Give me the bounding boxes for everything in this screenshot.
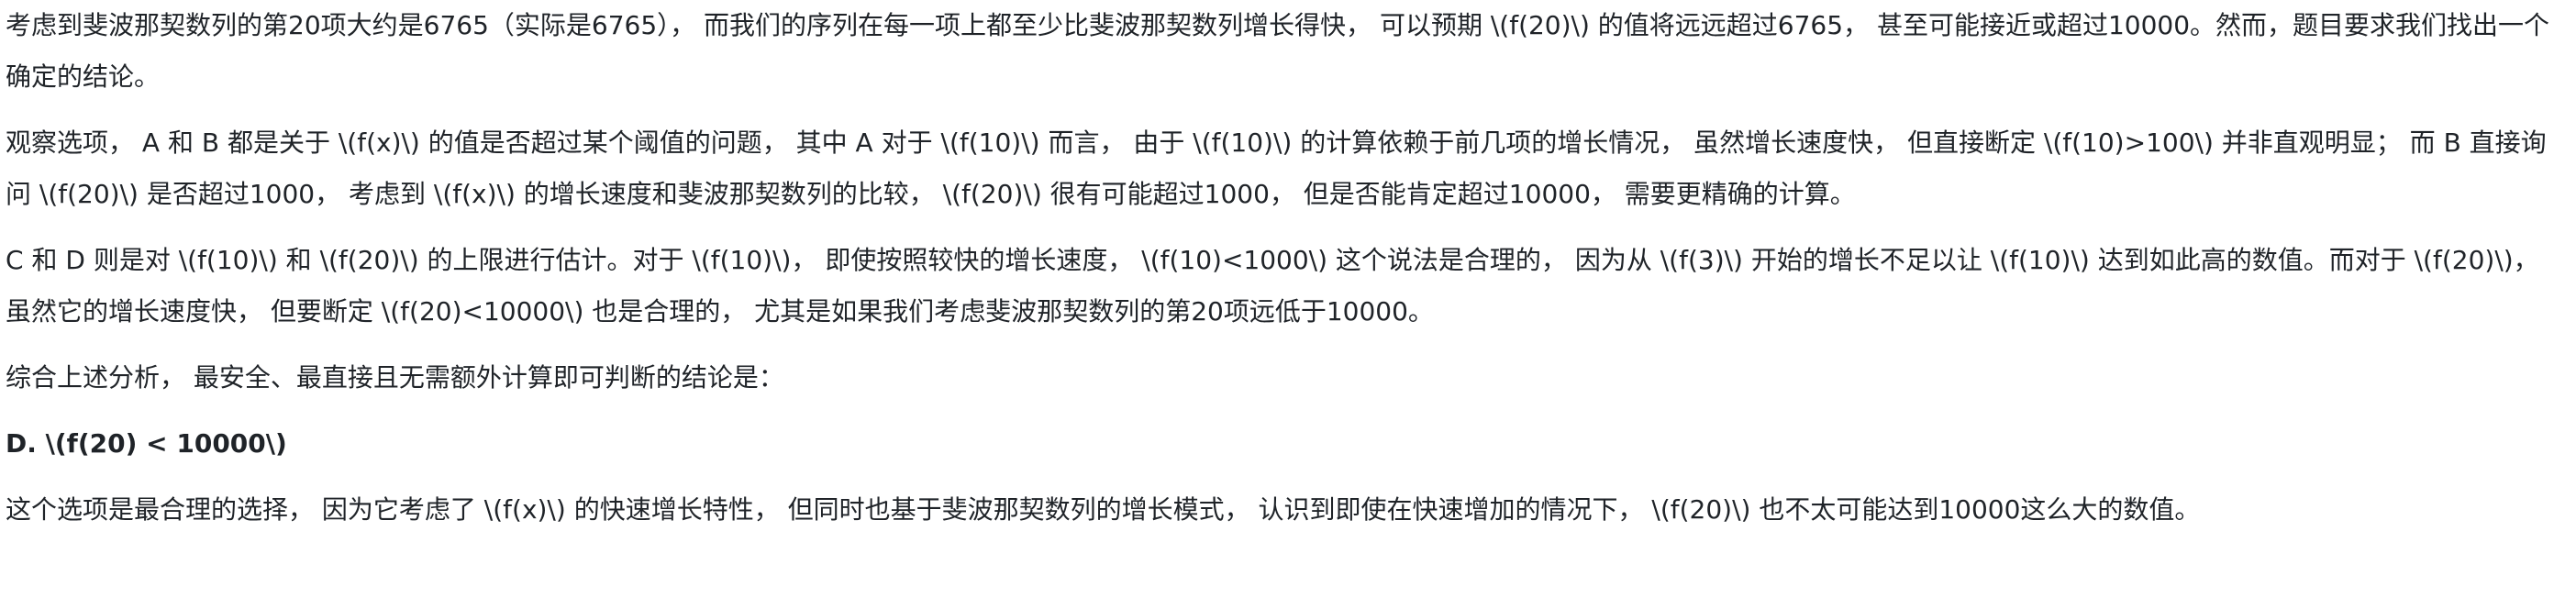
paragraph-fibonacci-estimate: 考虑到斐波那契数列的第20项大约是6765（实际是6765）， 而我们的序列在每… — [6, 10, 2550, 92]
paragraph-options-c-d: C 和 D 则是对 \(f(10)\) 和 \(f(20)\) 的上限进行估计。… — [6, 245, 2539, 327]
document-body: 考虑到斐波那契数列的第20项大约是6765（实际是6765）， 而我们的序列在每… — [0, 0, 2576, 609]
answer-text: D. \(f(20) < 10000\) — [6, 428, 287, 459]
paragraph-conclusion: 这个选项是最合理的选择， 因为它考虑了 \(f(x)\) 的快速增长特性， 但同… — [6, 494, 2201, 525]
paragraph-summary: 综合上述分析， 最安全、最直接且无需额外计算即可判断的结论是： — [6, 362, 784, 393]
paragraph-options-a-b: 观察选项， A 和 B 都是关于 \(f(x)\) 的值是否超过某个阈值的问题，… — [6, 127, 2547, 209]
